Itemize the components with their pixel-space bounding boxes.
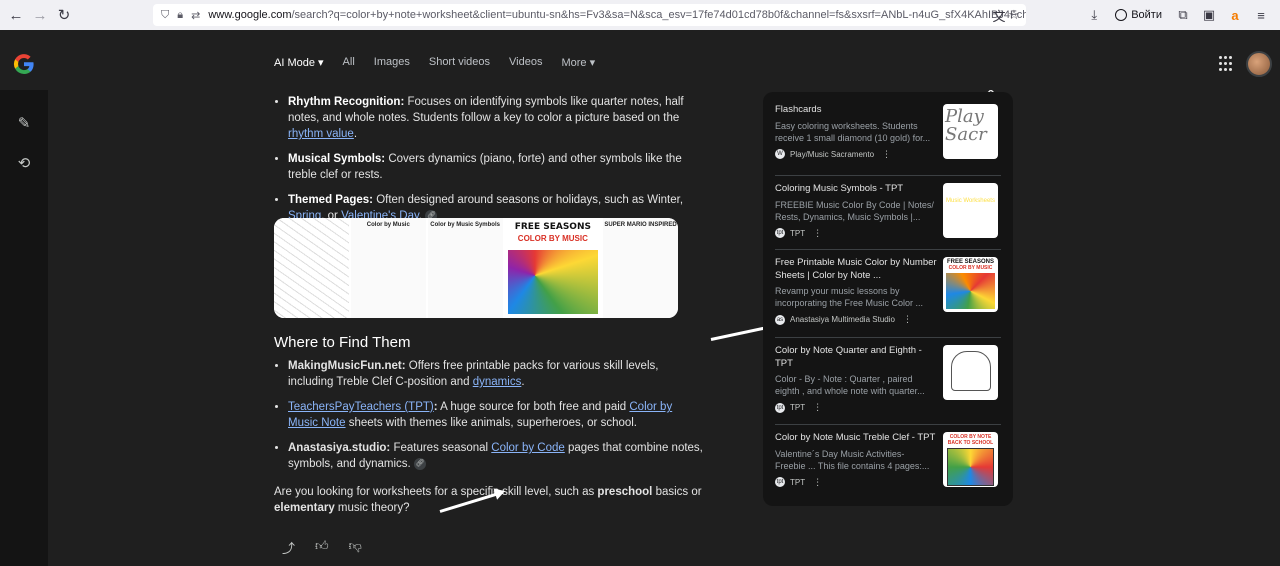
site-favicon-icon: W — [775, 149, 785, 159]
source-thumbnail: Play Sacr — [943, 104, 998, 159]
link-chip-icon[interactable]: 🔗︎ — [413, 457, 426, 470]
source-card[interactable]: Color by Note Quarter and Eighth - TPT C… — [775, 345, 1001, 420]
thumbs-up-icon[interactable]: 👍︎ — [315, 538, 329, 557]
follow-up-question: Are you looking for worksheets for a spe… — [274, 486, 702, 514]
source-thumbnail: COLOR BY NOTE BACK TO SCHOOL — [943, 432, 998, 487]
source-thumbnail: FREE SEASONS COLOR BY MUSIC — [943, 257, 998, 312]
back-icon[interactable]: ← — [4, 3, 28, 27]
addon-icon[interactable]: a — [1224, 4, 1246, 26]
lock-icon[interactable]: 🔒︎ — [177, 9, 183, 22]
section-heading: Where to Find Them — [274, 334, 411, 351]
source-card[interactable]: Coloring Music Symbols - TPT FREEBIE Mus… — [775, 183, 1001, 253]
menu-icon[interactable]: ≡ — [1250, 4, 1272, 26]
google-logo-icon[interactable] — [12, 52, 36, 76]
left-rail: ✎ ⟲ — [0, 90, 48, 566]
list-item: Rhythm Recognition: Focuses on identifyi… — [288, 94, 704, 142]
more-options-icon[interactable]: ⋮ — [813, 477, 822, 488]
google-apps-icon[interactable] — [1219, 56, 1235, 72]
main-content: Rhythm Recognition: Focuses on identifyi… — [48, 90, 1280, 566]
dynamics-link[interactable]: dynamics — [473, 376, 522, 388]
site-favicon-icon: tpt — [775, 402, 785, 413]
list-item: MakingMusicFun.net: Offers free printabl… — [288, 358, 704, 390]
gallery-image[interactable] — [274, 218, 349, 318]
tab-more[interactable]: More ▾ — [561, 56, 595, 69]
login-button[interactable]: Войти — [1109, 4, 1168, 26]
site-favicon-icon: tpt — [775, 228, 785, 238]
address-bar[interactable]: ⛉ 🔒︎ ⇄ www.google.com/search?q=color+by+… — [153, 4, 1026, 26]
list-item: Musical Symbols: Covers dynamics (piano,… — [288, 151, 704, 183]
forward-icon[interactable]: → — [28, 3, 52, 27]
shield-icon[interactable]: ⛉ — [161, 9, 169, 22]
feedback-bar: ⤴ 👍︎ 👎︎ — [282, 538, 362, 557]
more-options-icon[interactable]: ⋮ — [813, 402, 822, 413]
divider — [775, 175, 1001, 176]
gallery-image[interactable]: FREE SEASONS COLOR BY MUSIC — [504, 218, 602, 318]
browser-toolbar: ← → ↻ ⛉ 🔒︎ ⇄ www.google.com/search?q=col… — [0, 0, 1280, 30]
list-item: Anastasiya.studio: Features seasonal Col… — [288, 440, 704, 472]
url-path: /search?q=color+by+note+worksheet&client… — [291, 9, 1026, 21]
new-chat-icon[interactable]: ✎ — [14, 114, 34, 134]
avatar[interactable] — [1246, 51, 1272, 77]
tab-videos[interactable]: Videos — [509, 56, 542, 69]
permissions-icon[interactable]: ⇄ — [191, 9, 200, 22]
tpt-link[interactable]: TeachersPayTeachers (TPT) — [288, 401, 434, 413]
gallery-image[interactable]: Color by Music — [350, 218, 426, 318]
rhythm-value-link[interactable]: rhythm value — [288, 128, 354, 140]
image-gallery: Color by Music Color by Music Symbols FR… — [274, 218, 678, 318]
source-card[interactable]: Flashcards Easy coloring worksheets. Stu… — [775, 104, 1001, 174]
more-options-icon[interactable]: ⋮ — [813, 228, 822, 239]
bookmark-star-icon[interactable]: ☆ — [1003, 4, 1025, 26]
google-header: AI Mode ▾ All Images Short videos Videos… — [0, 30, 1280, 90]
history-icon[interactable]: ⟲ — [14, 154, 34, 174]
site-favicon-icon: tpt — [775, 477, 785, 487]
answer-sources-list: MakingMusicFun.net: Offers free printabl… — [274, 358, 704, 481]
source-card[interactable]: Color by Note Music Treble Clef - TPT Va… — [775, 432, 1001, 506]
login-label: Войти — [1131, 9, 1162, 21]
tab-short-videos[interactable]: Short videos — [429, 56, 490, 69]
answer-top: Rhythm Recognition: Focuses on identifyi… — [274, 94, 704, 233]
tab-images[interactable]: Images — [374, 56, 410, 69]
reload-icon[interactable]: ↻ — [52, 3, 76, 27]
source-card[interactable]: Free Printable Music Color by Number She… — [775, 257, 1001, 337]
site-favicon-icon: as — [775, 314, 785, 325]
gallery-image[interactable]: SUPER MARIO INSPIRED — [603, 218, 678, 318]
more-options-icon[interactable]: ⋮ — [882, 149, 891, 160]
gallery-image[interactable]: Color by Music Symbols — [427, 218, 503, 318]
divider — [775, 337, 1001, 338]
account-icon — [1115, 9, 1128, 21]
tab-ai-mode[interactable]: AI Mode ▾ — [274, 56, 324, 69]
url-host: www.google.com — [208, 9, 292, 21]
google-page: AI Mode ▾ All Images Short videos Videos… — [0, 30, 1280, 566]
source-thumbnail: FREEBIE Music Worksheets — [943, 183, 998, 238]
share-icon[interactable]: ⤴ — [282, 538, 295, 557]
tab-all[interactable]: All — [343, 56, 355, 69]
download-icon[interactable]: ⤓ — [1083, 4, 1105, 26]
more-options-icon[interactable]: ⋮ — [903, 314, 912, 325]
thumbs-down-icon[interactable]: 👎︎ — [349, 538, 362, 557]
divider — [775, 249, 1001, 250]
sidebar-icon[interactable]: ▣ — [1198, 4, 1220, 26]
extensions-icon[interactable]: ⧉ — [1172, 4, 1194, 26]
list-item: TeachersPayTeachers (TPT): A huge source… — [288, 399, 704, 431]
sources-panel: Flashcards Easy coloring worksheets. Stu… — [763, 92, 1013, 506]
color-by-code-link[interactable]: Color by Code — [491, 442, 565, 454]
source-thumbnail — [943, 345, 998, 400]
divider — [775, 424, 1001, 425]
search-tabs: AI Mode ▾ All Images Short videos Videos… — [274, 56, 595, 69]
